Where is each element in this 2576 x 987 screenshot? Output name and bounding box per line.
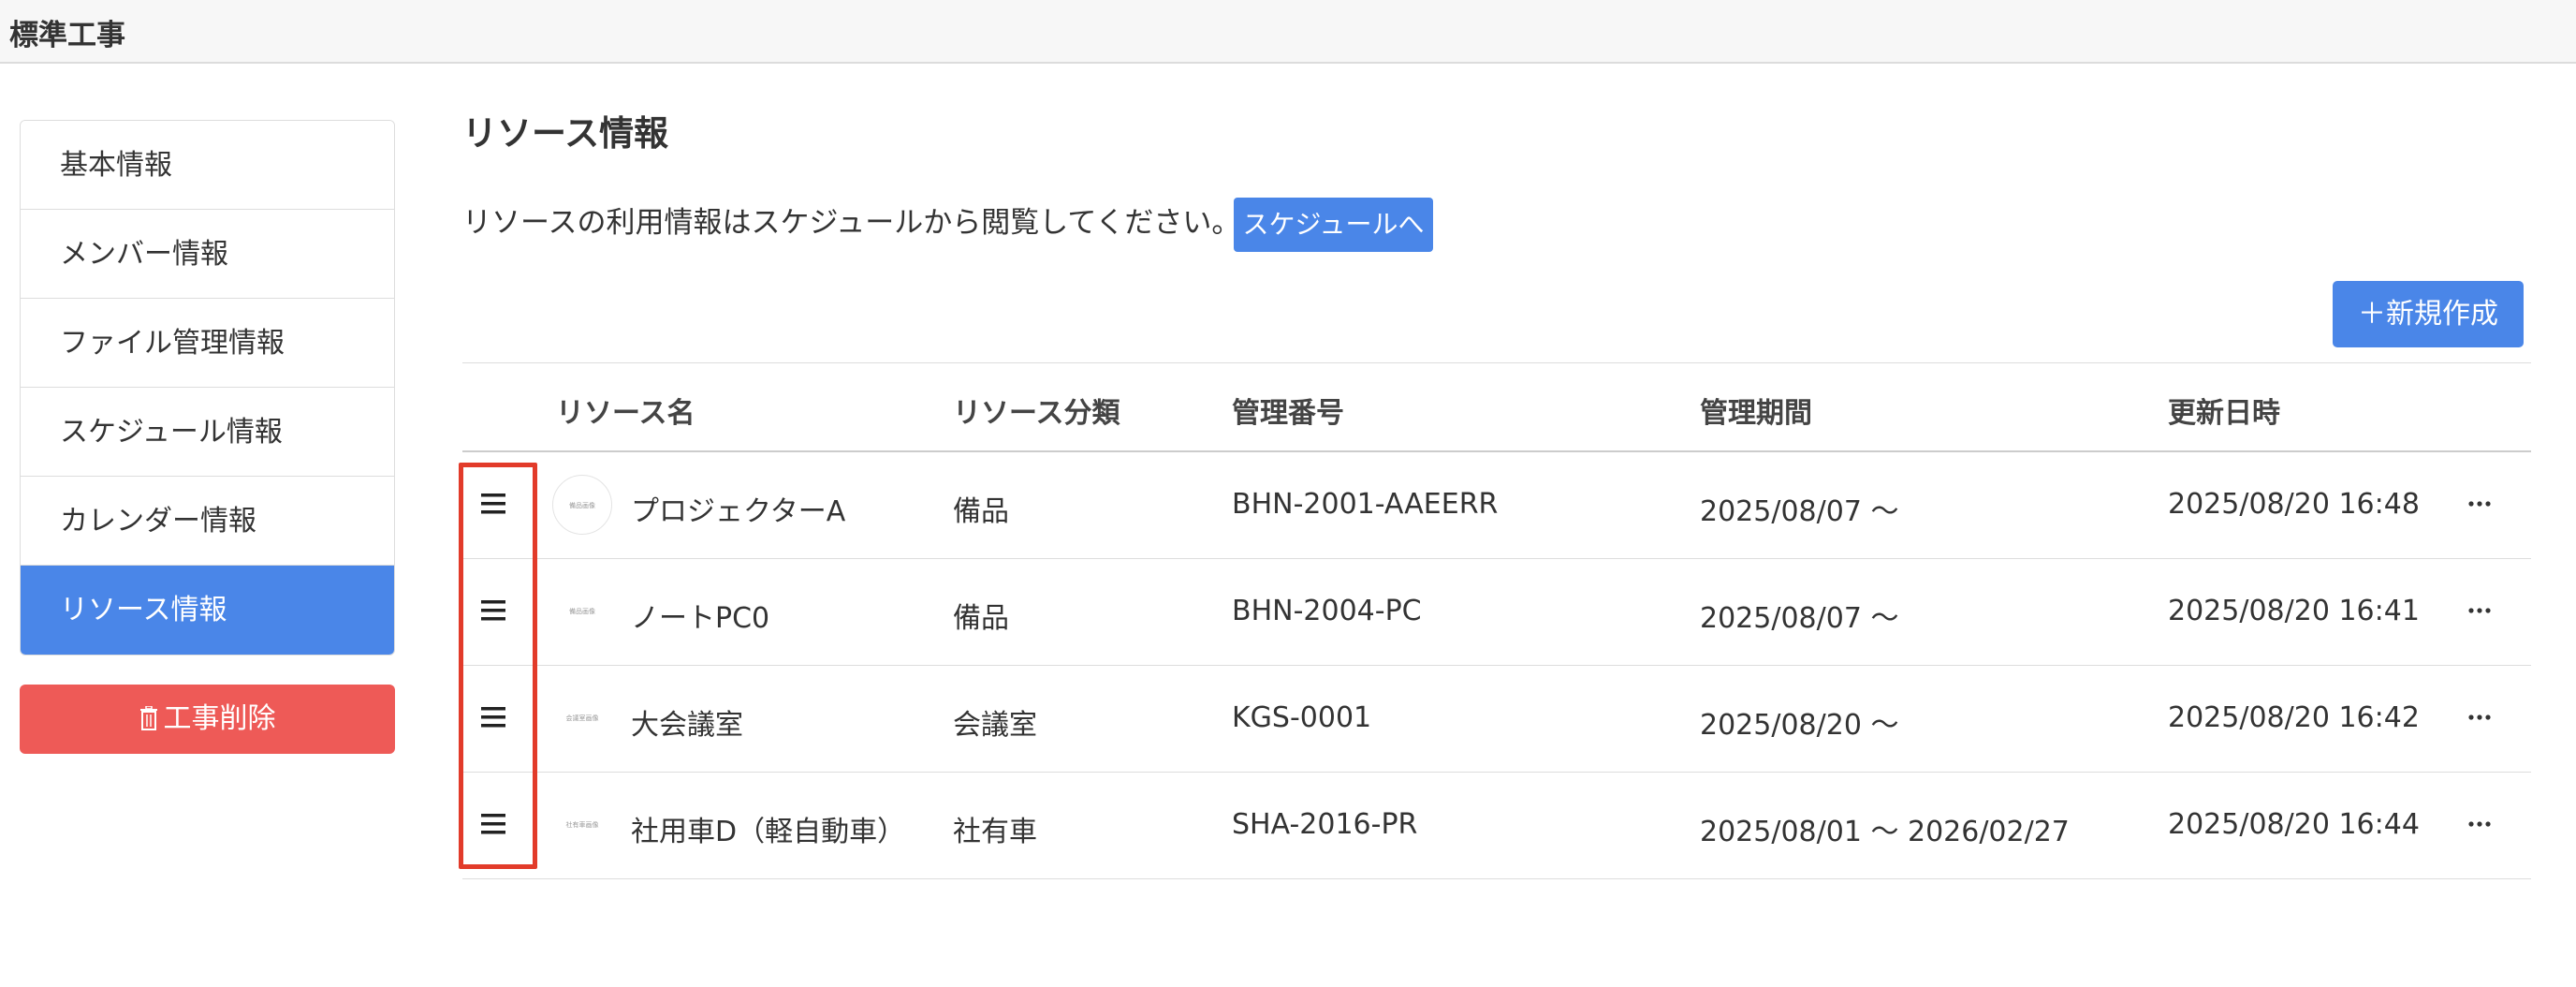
table-row[interactable]: 備品画像 ノートPC0 備品 BHN-2004-PC 2025/08/07 〜 …: [462, 559, 2531, 666]
resource-thumbnail: 会議室画像: [552, 688, 612, 748]
resource-code: BHN-2001-AAEERR: [1232, 488, 1499, 521]
resource-period: 2025/08/07 〜: [1700, 602, 1899, 635]
resource-updated: 2025/08/20 16:42: [2168, 701, 2420, 734]
sidebar-item-resource-info[interactable]: リソース情報: [21, 566, 394, 655]
drag-handle-icon[interactable]: [479, 598, 507, 623]
table-row[interactable]: 会議室画像 大会議室 会議室 KGS-0001 2025/08/20 〜 202…: [462, 666, 2531, 773]
more-icon[interactable]: [2466, 597, 2494, 625]
resource-thumbnail: 社有車画像: [552, 795, 612, 855]
resource-thumbnail: 備品画像: [552, 475, 612, 535]
more-icon[interactable]: [2466, 810, 2494, 838]
resource-updated: 2025/08/20 16:48: [2168, 488, 2420, 521]
delete-project-button[interactable]: 工事削除: [20, 685, 395, 754]
resource-category: 社有車: [953, 816, 1037, 848]
column-header-period[interactable]: 管理期間: [1700, 390, 1812, 431]
sidebar-item-schedule-info[interactable]: スケジュール情報: [21, 388, 394, 477]
resource-period: 2025/08/01 〜 2026/02/27: [1700, 816, 2070, 848]
drag-handle-icon[interactable]: [479, 492, 507, 516]
resource-name[interactable]: ノートPC0: [631, 595, 769, 636]
resource-category: 備品: [953, 602, 1009, 635]
resource-name[interactable]: 社用車D（軽自動車）: [631, 808, 905, 849]
more-icon[interactable]: [2466, 703, 2494, 731]
resource-code: BHN-2004-PC: [1232, 595, 1422, 627]
page-title: リソース情報: [462, 113, 669, 154]
table-row[interactable]: 備品画像 プロジェクターA 備品 BHN-2001-AAEERR 2025/08…: [462, 452, 2531, 559]
sidebar-menu: 基本情報 メンバー情報 ファイル管理情報 スケジュール情報 カレンダー情報 リソ…: [20, 120, 395, 656]
app-title: 標準工事: [9, 19, 125, 52]
resource-category: 備品: [953, 495, 1009, 528]
trash-icon: [139, 706, 157, 730]
resource-thumbnail: 備品画像: [552, 582, 612, 641]
resource-name[interactable]: 大会議室: [631, 701, 743, 743]
resource-table: リソース名 リソース分類 管理番号 管理期間 更新日時 備品画像 プロジェクター…: [462, 362, 2531, 879]
table-row[interactable]: 社有車画像 社用車D（軽自動車） 社有車 SHA-2016-PR 2025/08…: [462, 773, 2531, 879]
resource-updated: 2025/08/20 16:41: [2168, 595, 2420, 627]
resource-name[interactable]: プロジェクターA: [631, 488, 845, 529]
resource-code: KGS-0001: [1232, 701, 1372, 734]
delete-project-label: 工事削除: [163, 702, 276, 735]
create-new-button[interactable]: ＋新規作成: [2333, 281, 2524, 347]
resource-code: SHA-2016-PR: [1232, 808, 1418, 841]
resource-period: 2025/08/20 〜: [1700, 709, 1899, 742]
info-text: リソースの利用情報はスケジュールから閲覧してください。: [462, 206, 1241, 240]
resource-category: 会議室: [953, 709, 1037, 742]
column-header-category[interactable]: リソース分類: [953, 390, 1120, 431]
drag-handle-icon[interactable]: [479, 705, 507, 729]
sidebar-item-file-info[interactable]: ファイル管理情報: [21, 299, 394, 388]
resource-period: 2025/08/07 〜: [1700, 495, 1899, 528]
sidebar: 基本情報 メンバー情報 ファイル管理情報 スケジュール情報 カレンダー情報 リソ…: [20, 120, 395, 754]
drag-handle-icon[interactable]: [479, 812, 507, 836]
resource-updated: 2025/08/20 16:44: [2168, 808, 2420, 841]
go-to-schedule-button[interactable]: スケジュールへ: [1234, 198, 1433, 252]
sidebar-item-member-info[interactable]: メンバー情報: [21, 210, 394, 299]
main-content: リソース情報 リソースの利用情報はスケジュールから閲覧してください。 スケジュー…: [462, 0, 2531, 987]
column-header-code[interactable]: 管理番号: [1232, 390, 1344, 431]
sidebar-item-basic-info[interactable]: 基本情報: [21, 121, 394, 210]
sidebar-item-calendar-info[interactable]: カレンダー情報: [21, 477, 394, 566]
more-icon[interactable]: [2466, 490, 2494, 518]
table-header: リソース名 リソース分類 管理番号 管理期間 更新日時: [462, 362, 2531, 452]
column-header-name[interactable]: リソース名: [556, 390, 695, 431]
column-header-updated[interactable]: 更新日時: [2168, 390, 2280, 431]
